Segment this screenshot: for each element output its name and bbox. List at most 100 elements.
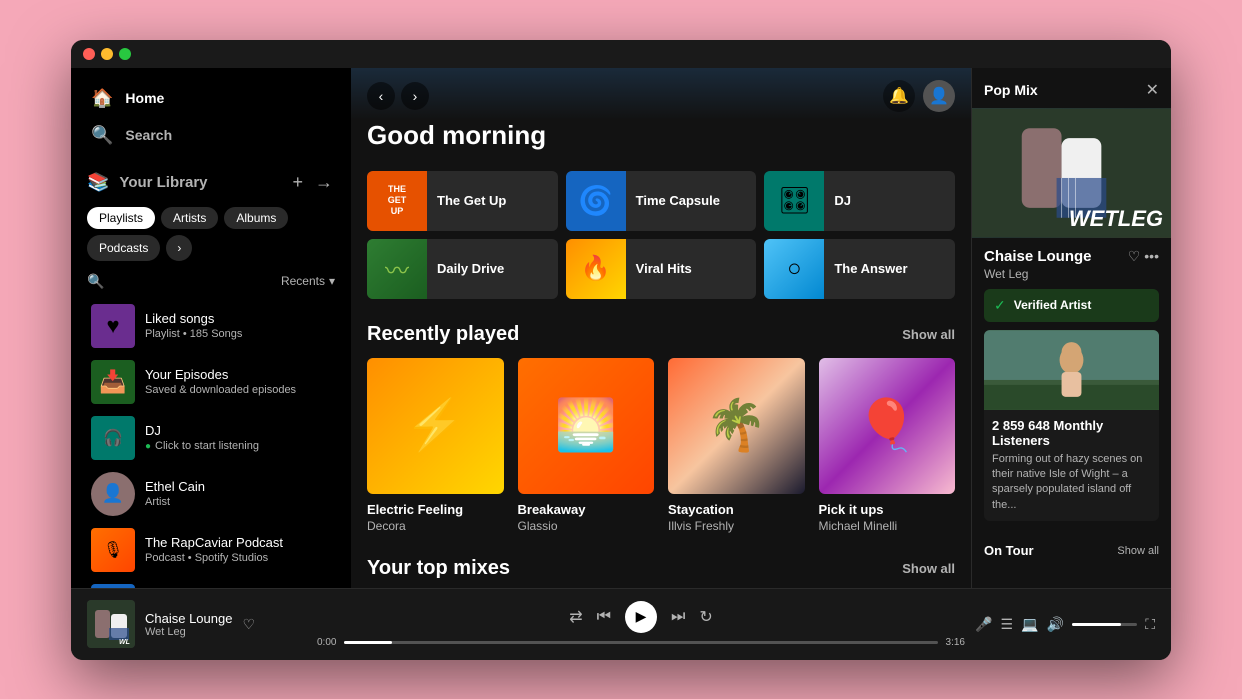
list-item[interactable]: 👤 Ethel Cain Artist — [83, 466, 339, 522]
quick-pick-item[interactable]: 🔥 Viral Hits — [566, 239, 757, 299]
devices-button[interactable]: 💻 — [1021, 616, 1038, 633]
traffic-lights — [83, 48, 131, 60]
filter-artists[interactable]: Artists — [161, 207, 218, 229]
center-content: ‹ › 🔔 👤 Good morning THEGETUP The Ge — [351, 68, 971, 588]
list-item[interactable]: 🎙 The RapCaviar Podcast Podcast • Spotif… — [83, 522, 339, 578]
notifications-button[interactable]: 🔔 — [883, 80, 915, 112]
minimize-traffic-light[interactable] — [101, 48, 113, 60]
filter-podcasts[interactable]: Podcasts — [87, 235, 160, 261]
player-bar: WL Chaise Lounge Wet Leg ♡ ⇄ ⏮ ▶ ⏭ ↻ 0:0… — [71, 588, 1171, 660]
recently-played-header: Recently played Show all — [367, 323, 955, 346]
quick-pick-thumb: THEGETUP — [367, 171, 427, 231]
card-subtitle: Glassio — [518, 519, 655, 533]
sidebar-search[interactable]: 🔍 Search — [87, 117, 335, 154]
artist-display-name: Chaise Lounge — [984, 248, 1092, 265]
top-mixes-show-all[interactable]: Show all — [902, 561, 955, 576]
artist-subtitle: Wet Leg — [984, 267, 1159, 281]
top-mixes-title[interactable]: Your top mixes — [367, 557, 510, 580]
volume-slider[interactable] — [1072, 623, 1137, 626]
progress-bar-container: 0:00 3:16 — [317, 637, 965, 648]
user-avatar[interactable]: 👤 — [923, 80, 955, 112]
like-artist-button[interactable]: ♡ — [1128, 248, 1141, 265]
lyrics-button[interactable]: 🎤 — [975, 616, 992, 633]
verified-check-icon: ✓ — [994, 297, 1006, 314]
card-title: Staycation — [668, 502, 805, 517]
search-icon: 🔍 — [91, 125, 113, 146]
more-options-button[interactable]: ••• — [1144, 248, 1159, 265]
quick-pick-item[interactable]: 〰 Daily Drive — [367, 239, 558, 299]
home-label: Home — [125, 90, 164, 106]
play-pause-button[interactable]: ▶ — [625, 601, 657, 633]
search-filter-bar: 🔍 Recents ▾ — [79, 269, 343, 294]
filter-playlists[interactable]: Playlists — [87, 207, 155, 229]
on-tour-section: On Tour Show all — [972, 543, 1171, 576]
expand-library-button[interactable]: → — [313, 170, 335, 195]
filter-more-button[interactable]: › — [166, 235, 192, 261]
library-title-text: Your Library — [119, 174, 207, 191]
list-item[interactable]: ♥ Liked songs Playlist • 185 Songs — [83, 298, 339, 354]
player-like-button[interactable]: ♡ — [242, 616, 255, 633]
recently-played-title[interactable]: Recently played — [367, 323, 519, 346]
player-track-info: Chaise Lounge Wet Leg — [145, 611, 232, 638]
artist-bio-section: 2 859 648 Monthly Listeners Forming out … — [984, 330, 1159, 522]
list-item[interactable]: 🎧 DJ ● Click to start listening — [83, 410, 339, 466]
player-track-name: Chaise Lounge — [145, 611, 232, 626]
quick-picks-grid: THEGETUP The Get Up 🌀 Time Capsule 🎛 — [367, 171, 955, 299]
filter-albums[interactable]: Albums — [224, 207, 288, 229]
episodes-info: Your Episodes Saved & downloaded episode… — [145, 367, 331, 396]
forward-button[interactable]: › — [401, 82, 429, 110]
card[interactable]: 🎈 Pick it ups Michael Minelli — [819, 358, 956, 534]
recently-played-show-all[interactable]: Show all — [902, 327, 955, 342]
recents-sort-button[interactable]: Recents ▾ — [281, 274, 335, 288]
card[interactable]: ⚡ Electric Feeling Decora — [367, 358, 504, 534]
total-time: 3:16 — [946, 637, 965, 648]
list-item[interactable]: 🎵 big on the internet Playlist • Spotify — [83, 578, 339, 588]
liked-songs-meta-text: Playlist • 185 Songs — [145, 328, 242, 340]
artist-name-overlay: WETLEG — [1069, 208, 1163, 230]
listeners-count: 2 859 648 Monthly Listeners — [992, 418, 1151, 448]
progress-track[interactable] — [344, 641, 937, 644]
list-item[interactable]: 📥 Your Episodes Saved & downloaded episo… — [83, 354, 339, 410]
fullscreen-button[interactable]: ⛶ — [1145, 616, 1155, 633]
volume-fill — [1072, 623, 1121, 626]
current-time: 0:00 — [317, 637, 336, 648]
repeat-button[interactable]: ↻ — [699, 607, 712, 627]
add-library-button[interactable]: + — [290, 170, 305, 195]
app-window: 🏠 Home 🔍 Search 📚 Your Library + → — [71, 40, 1171, 660]
quick-pick-item[interactable]: ○ The Answer — [764, 239, 955, 299]
center-header: ‹ › 🔔 👤 — [351, 68, 971, 120]
queue-button[interactable]: ☰ — [1000, 616, 1013, 633]
player-track-artist: Wet Leg — [145, 626, 232, 638]
episodes-name: Your Episodes — [145, 367, 331, 382]
main-content: 🏠 Home 🔍 Search 📚 Your Library + → — [71, 68, 1171, 588]
next-button[interactable]: ⏭ — [671, 608, 685, 626]
podcast-thumb: 🎙 — [91, 528, 135, 572]
top-mixes-header: Your top mixes Show all — [367, 557, 955, 580]
quick-pick-thumb: 〰 — [367, 239, 427, 299]
bio-artist-image — [984, 330, 1159, 410]
sidebar-home[interactable]: 🏠 Home — [87, 80, 335, 117]
quick-pick-item[interactable]: THEGETUP The Get Up — [367, 171, 558, 231]
dj-thumb: 🎧 — [91, 416, 135, 460]
quick-pick-item[interactable]: 🌀 Time Capsule — [566, 171, 757, 231]
quick-pick-label: The Answer — [834, 261, 907, 276]
shuffle-button[interactable]: ⇄ — [569, 607, 582, 627]
dj-info: DJ ● Click to start listening — [145, 423, 331, 452]
card-title: Electric Feeling — [367, 502, 504, 517]
on-tour-header: On Tour Show all — [984, 543, 1159, 558]
card[interactable]: 🌴 Staycation Illvis Freshly — [668, 358, 805, 534]
close-right-panel-button[interactable]: ✕ — [1146, 80, 1159, 100]
close-traffic-light[interactable] — [83, 48, 95, 60]
episodes-thumb: 📥 — [91, 360, 135, 404]
card-subtitle: Decora — [367, 519, 504, 533]
fullscreen-traffic-light[interactable] — [119, 48, 131, 60]
card[interactable]: 🌅 Breakaway Glassio — [518, 358, 655, 534]
back-button[interactable]: ‹ — [367, 82, 395, 110]
player-controls: ⇄ ⏮ ▶ ⏭ ↻ — [569, 601, 713, 633]
previous-button[interactable]: ⏮ — [597, 608, 611, 626]
quick-pick-thumb: 🌀 — [566, 171, 626, 231]
on-tour-show-all-button[interactable]: Show all — [1117, 545, 1159, 557]
quick-pick-item[interactable]: 🎛 DJ — [764, 171, 955, 231]
svg-text:WL: WL — [119, 639, 130, 646]
filter-search-icon: 🔍 — [87, 273, 104, 290]
